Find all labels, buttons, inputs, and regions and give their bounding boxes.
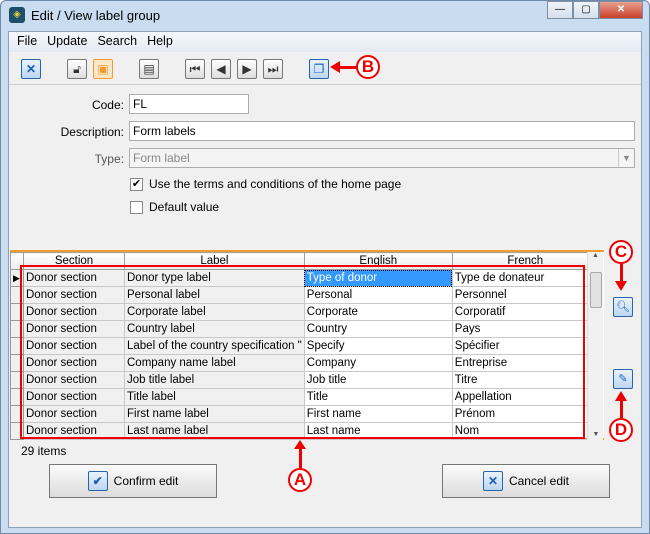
default-label: Default value <box>149 200 220 214</box>
close-icon[interactable]: ✕ <box>21 59 41 79</box>
checkmark-icon: ✔ <box>87 471 108 491</box>
vertical-scrollbar[interactable]: ▲ ▼ <box>587 252 603 440</box>
scroll-thumb[interactable] <box>590 272 602 308</box>
menu-search[interactable]: Search <box>95 32 145 52</box>
annotation-a-arrow <box>299 446 302 468</box>
confirm-edit-button[interactable]: ✔ Confirm edit <box>49 464 217 498</box>
maximize-button[interactable]: ▢ <box>573 1 599 19</box>
print-icon[interactable]: ▤ <box>139 59 159 79</box>
scroll-down-icon[interactable]: ▼ <box>588 431 604 438</box>
type-label: Type: <box>94 152 124 166</box>
cancel-edit-label: Cancel edit <box>508 474 570 488</box>
code-label: Code: <box>91 98 124 112</box>
app-logo-icon: ◈ <box>9 7 25 23</box>
window-title: Edit / View label group <box>31 7 161 23</box>
terms-checkbox[interactable]: ✔ Use the terms and conditions of the hom… <box>130 177 401 191</box>
annotation-a-box <box>20 265 585 439</box>
checkbox-checked-icon: ✔ <box>130 177 143 191</box>
type-value: Form label <box>133 151 190 165</box>
copy-icon[interactable]: ❐ <box>309 59 329 79</box>
menu-bar: File Update Search Help <box>9 32 641 52</box>
unlock-icon[interactable]: 🔓︎ <box>67 59 87 79</box>
confirm-edit-label: Confirm edit <box>113 474 179 488</box>
annotation-b-arrow <box>330 61 340 73</box>
next-record-icon[interactable]: ▶ <box>237 59 257 79</box>
annotation-b: B <box>356 55 380 79</box>
last-record-icon[interactable]: ⏭ <box>263 59 283 79</box>
title-bar: ◈ Edit / View label group <box>9 7 160 23</box>
annotation-d: D <box>609 418 633 442</box>
previous-record-icon[interactable]: ◀ <box>211 59 231 79</box>
save-icon[interactable]: ▣ <box>93 59 113 79</box>
cancel-edit-button[interactable]: ✕ Cancel edit <box>442 464 610 498</box>
toolbar: ✕ 🔓︎ ▣ ▤ ⏮ ◀ ▶ ⏭ ❐ <box>9 53 641 85</box>
chevron-down-icon: ▼ <box>618 149 634 167</box>
checkbox-unchecked-icon <box>130 200 143 214</box>
annotation-c: C <box>609 240 633 264</box>
description-label: Description: <box>60 125 124 139</box>
default-value-checkbox[interactable]: Default value <box>130 200 219 214</box>
close-window-button[interactable]: ✕ <box>599 1 643 19</box>
menu-update[interactable]: Update <box>45 32 95 52</box>
description-field[interactable]: Form labels <box>129 121 635 141</box>
first-record-icon[interactable]: ⏮ <box>185 59 205 79</box>
item-count: 29 items <box>21 444 67 458</box>
search-translation-icon[interactable]: 🔍︎ <box>613 297 633 317</box>
cancel-x-icon: ✕ <box>482 471 503 491</box>
menu-help[interactable]: Help <box>145 32 181 52</box>
minimize-button[interactable]: — <box>547 1 573 19</box>
terms-label: Use the terms and conditions of the home… <box>149 177 402 191</box>
edit-note-icon[interactable]: ✎ <box>613 369 633 389</box>
scroll-up-icon[interactable]: ▲ <box>588 252 603 259</box>
annotation-c-arrow <box>615 281 627 291</box>
type-select[interactable]: Form label ▼ <box>129 148 635 168</box>
code-field[interactable]: FL <box>129 94 249 114</box>
menu-file[interactable]: File <box>15 32 45 52</box>
annotation-a: A <box>288 468 312 492</box>
